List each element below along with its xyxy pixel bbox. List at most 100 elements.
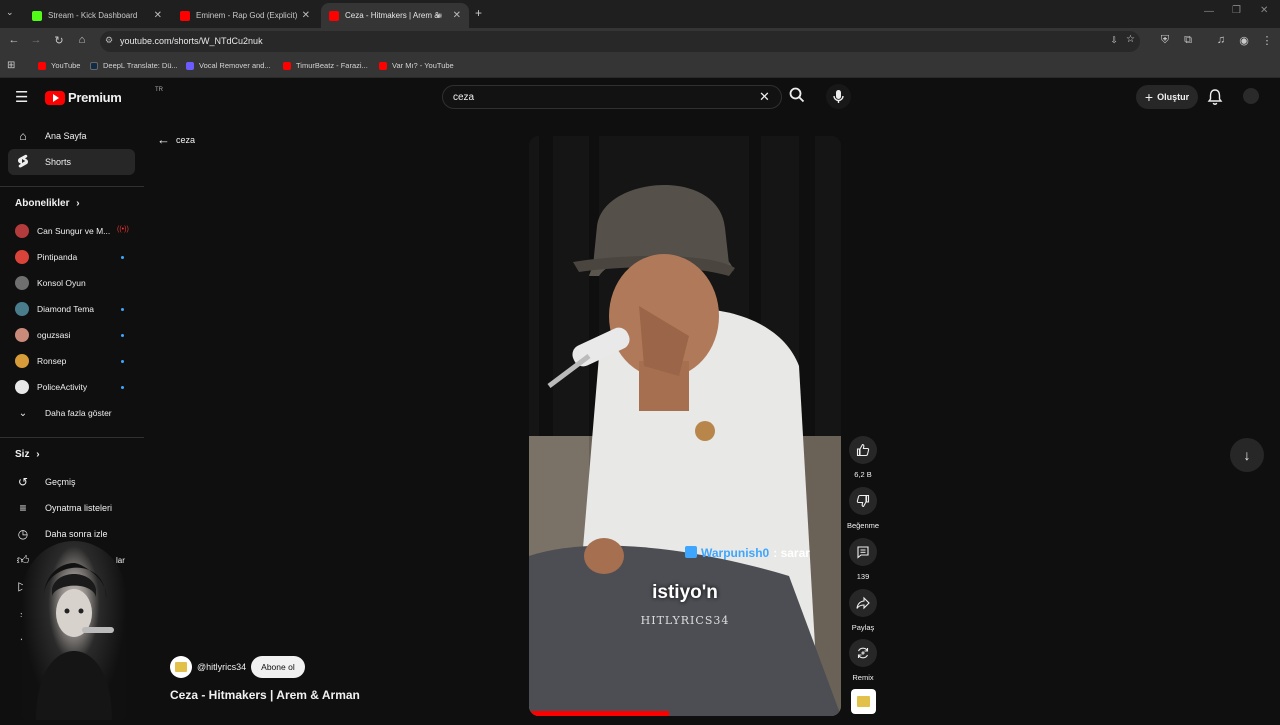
bookmark-vocal-remover[interactable]: Vocal Remover and... <box>186 61 271 70</box>
back-label: ceza <box>176 134 196 145</box>
arrow-down-icon: ↓ <box>1243 447 1251 463</box>
restore-icon[interactable]: ❐ <box>1232 5 1241 16</box>
search-icon[interactable] <box>788 86 808 106</box>
shorts-video-player[interactable]: Warpunish0: sarar istiyo'n HITLYRICS34 <box>529 136 841 716</box>
bookmark-var-mi[interactable]: Var Mı? - YouTube <box>379 61 454 70</box>
back-arrow-icon[interactable]: ← <box>7 34 21 46</box>
you-title: Siz <box>15 449 30 460</box>
subscriptions-heading[interactable]: Abonelikler › <box>15 198 80 209</box>
close-icon[interactable]: ✕ <box>302 10 310 21</box>
video-watermark: HITLYRICS34 <box>640 614 730 627</box>
search-input[interactable]: ceza ✕ <box>442 85 782 109</box>
apps-grid-icon[interactable]: ⊞ <box>7 60 15 71</box>
home-icon[interactable]: ⌂ <box>75 34 89 46</box>
sidebar-item-history[interactable]: ↺ Geçmiş <box>0 469 135 495</box>
extensions-puzzle-icon[interactable]: ⧉ <box>1181 34 1195 47</box>
plus-icon: + <box>1144 89 1154 105</box>
subscription-konsol-oyun[interactable]: Konsol Oyun <box>0 270 140 296</box>
bookmark-label: TimurBeatz - Farazi... <box>296 61 368 70</box>
subscription-name: Pintipanda <box>37 252 78 262</box>
close-icon[interactable]: ✕ <box>453 10 461 21</box>
speaker-icon[interactable]: 🔊︎ <box>437 11 442 21</box>
you-heading[interactable]: Siz › <box>15 449 40 460</box>
chevron-right-icon: › <box>36 449 40 460</box>
back-arrow-icon: ← <box>157 132 170 147</box>
dislike-button[interactable] <box>849 487 877 515</box>
avatar <box>15 302 29 316</box>
new-content-dot <box>121 360 124 363</box>
remix-label: Remix <box>852 673 874 682</box>
minimize-icon[interactable]: — <box>1204 6 1214 17</box>
url-field[interactable]: ⚙ youtube.com/shorts/W_NTdCu2nuk ⇩ ☆ <box>100 31 1140 52</box>
subscriptions-title: Abonelikler <box>15 198 70 209</box>
bookmark-star-icon[interactable]: ☆ <box>1126 34 1135 45</box>
vocal-remover-favicon-icon <box>186 61 194 70</box>
reload-icon[interactable]: ↻ <box>52 34 66 47</box>
sidebar-item-label: Daha sonra izle <box>45 529 108 539</box>
tab-list-chevron-icon[interactable]: ⌄ <box>6 7 14 18</box>
subscribe-button[interactable]: Abone ol <box>251 656 305 678</box>
media-control-icon[interactable]: ♫ <box>1214 34 1228 46</box>
bookmark-youtube[interactable]: YouTube <box>38 61 80 70</box>
tab-ceza-hitmakers[interactable]: Ceza - Hitmakers | Arem & 🔊︎ ✕ <box>321 3 469 28</box>
share-button[interactable] <box>849 589 877 617</box>
youtube-favicon-icon <box>329 10 339 21</box>
sidebar-item-shorts[interactable]: Shorts <box>8 149 135 175</box>
back-to-search-button[interactable]: ← ceza <box>157 132 195 147</box>
lyric-caption: istiyo'n <box>652 582 718 603</box>
hamburger-menu-icon[interactable]: ☰ <box>15 88 28 106</box>
youtube-premium-logo[interactable]: Premium TR <box>45 87 163 105</box>
like-button[interactable] <box>849 436 877 464</box>
remix-button[interactable] <box>849 639 877 667</box>
subscription-oguzsasi[interactable]: oguzsasi <box>0 322 140 348</box>
tab-eminem-rap-god[interactable]: Eminem - Rap God (Explicit) - Y ✕ <box>172 3 318 28</box>
avatar <box>15 224 29 238</box>
new-tab-icon[interactable]: + <box>475 6 482 20</box>
sidebar-item-label: Shorts <box>45 157 72 167</box>
tab-title: Ceza - Hitmakers | Arem & <box>345 11 440 20</box>
bookmark-deepl[interactable]: DeepL Translate: Dü... <box>90 61 178 70</box>
channel-row: @hitlyrics34 Abone ol <box>170 656 305 678</box>
subscription-ronsep[interactable]: Ronsep <box>0 348 140 374</box>
kebab-menu-icon[interactable]: ⋮ <box>1260 34 1274 47</box>
sound-thumbnail[interactable] <box>851 689 876 714</box>
voice-search-button[interactable] <box>826 84 851 109</box>
deepl-favicon-icon <box>90 61 98 70</box>
notifications-bell-icon[interactable] <box>1207 88 1223 111</box>
subscription-pintipanda[interactable]: Pintipanda <box>0 244 140 270</box>
chat-badge-icon <box>685 546 697 558</box>
account-avatar[interactable] <box>1243 88 1259 104</box>
comments-button[interactable] <box>849 538 877 566</box>
like-count: 6,2 B <box>854 470 872 479</box>
sidebar-divider <box>0 186 144 187</box>
bookmark-label: Vocal Remover and... <box>199 61 271 70</box>
video-title[interactable]: Ceza - Hitmakers | Arem & Arman <box>170 688 360 702</box>
shorts-icon <box>8 154 38 171</box>
forward-arrow-icon[interactable]: → <box>29 34 43 46</box>
bookmark-timurbeatz[interactable]: TimurBeatz - Farazi... <box>283 61 368 70</box>
create-button[interactable]: + Oluştur <box>1136 85 1198 109</box>
streamer-silhouette-icon <box>36 563 114 720</box>
install-app-icon[interactable]: ⇩ <box>1110 35 1118 46</box>
tab-kick-dashboard[interactable]: Stream - Kick Dashboard ✕ <box>24 3 170 28</box>
clear-search-icon[interactable]: ✕ <box>759 89 770 105</box>
shield-extension-icon[interactable]: ⛨ <box>1158 34 1172 47</box>
subscription-can-sungur[interactable]: Can Sungur ve M... ((•)) <box>0 218 140 244</box>
next-video-button[interactable]: ↓ <box>1230 438 1264 472</box>
subscription-policeactivity[interactable]: PoliceActivity <box>0 374 140 400</box>
channel-name[interactable]: @hitlyrics34 <box>197 662 246 672</box>
youtube-favicon-icon <box>180 10 190 21</box>
subscription-diamond-tema[interactable]: Diamond Tema <box>0 296 140 322</box>
sidebar-item-home[interactable]: ⌂ Ana Sayfa <box>0 123 135 149</box>
sidebar-item-playlists[interactable]: ≡ Oynatma listeleri <box>0 495 135 521</box>
show-more-button[interactable]: ⌄ Daha fazla göster <box>0 400 140 426</box>
tab-title: Eminem - Rap God (Explicit) - Y <box>196 11 300 20</box>
channel-avatar[interactable] <box>170 656 192 678</box>
share-label: Paylaş <box>851 623 875 632</box>
thumbs-down-icon <box>856 494 870 508</box>
close-icon[interactable]: ✕ <box>154 10 162 21</box>
youtube-favicon-icon <box>283 61 291 70</box>
close-window-icon[interactable]: ✕ <box>1260 5 1268 16</box>
profile-icon[interactable]: ◉ <box>1237 34 1251 47</box>
site-info-icon[interactable]: ⚙ <box>105 35 113 46</box>
